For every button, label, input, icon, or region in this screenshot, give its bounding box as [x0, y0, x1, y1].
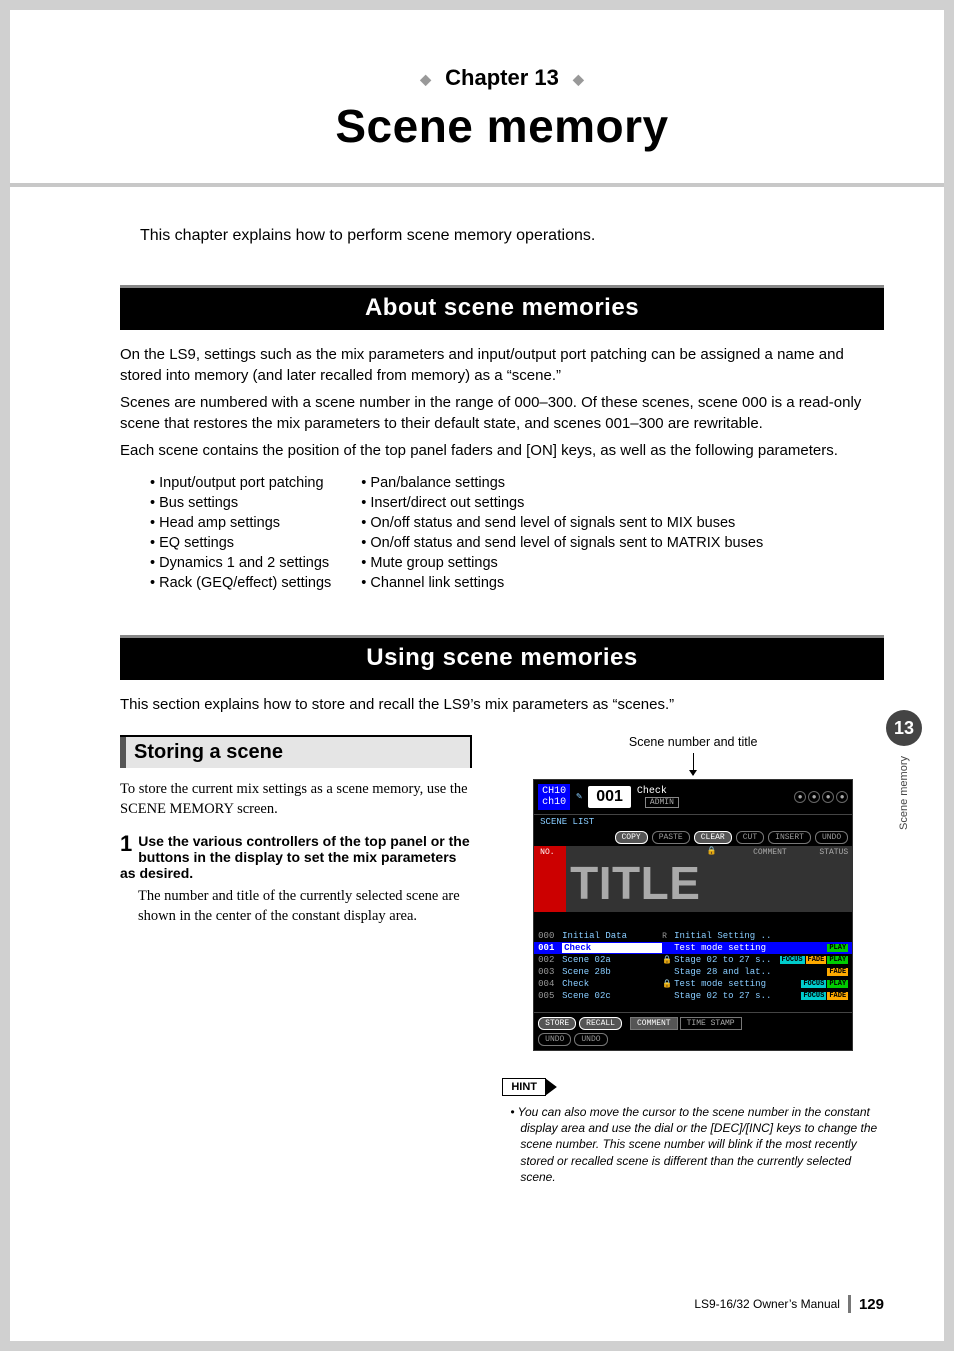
body-text: Scenes are numbered with a scene number … [120, 392, 884, 434]
scene-row[interactable]: 000Initial DataRInitial Setting .. [534, 930, 852, 942]
bullet-list-left: Input/output port patching Bus settings He… [150, 475, 331, 595]
st-indicators: ●●●● [794, 791, 848, 803]
tab-comment[interactable]: COMMENT [630, 1017, 678, 1030]
bullet-item: Insert/direct out settings [361, 495, 763, 511]
hint-box: HINT • You can also move the cursor to t… [502, 1077, 884, 1185]
step-instruction: Use the various controllers of the top p… [120, 833, 472, 881]
subsection-heading: Storing a scene [120, 735, 472, 768]
hint-text-content: You can also move the cursor to the scen… [518, 1105, 878, 1184]
scene-row[interactable]: 003Scene 28bStage 28 and lat..FADE [534, 966, 852, 978]
toolbar-copy-button[interactable]: COPY [615, 831, 648, 844]
section-intro: This section explains how to store and r… [120, 694, 884, 715]
divider [10, 183, 944, 187]
hdr-title: TITLE [566, 854, 704, 912]
toolbar-cut-button[interactable]: CUT [736, 831, 764, 844]
section-heading-about: About scene memories [120, 285, 884, 330]
side-tab-label: Scene memory [898, 756, 910, 830]
hint-label: HINT [502, 1078, 546, 1096]
hdr-comment: COMMENT [724, 846, 815, 912]
step-number: 1 [120, 833, 132, 855]
recall-button[interactable]: RECALL [579, 1017, 622, 1030]
bullet-item: Pan/balance settings [361, 475, 763, 491]
body-text: Each scene contains the position of the … [120, 440, 884, 461]
footer-doc: LS9-16/32 Owner’s Manual [694, 1297, 840, 1311]
hint-text: • You can also move the cursor to the sc… [502, 1104, 884, 1185]
scene-memory-screenshot: CH10 ch10 ✎ 001 Check ADMIN ●●●● SCENE L… [533, 779, 853, 1051]
intro-text: This chapter explains how to perform sce… [140, 227, 864, 245]
scene-row[interactable]: 002Scene 02a🔒Stage 02 to 27 s..FOCUSFADE… [534, 954, 852, 966]
toolbar-insert-button[interactable]: INSERT [768, 831, 811, 844]
edit-icon: ✎ [576, 791, 582, 803]
side-tab-number: 13 [886, 710, 922, 746]
lock-icon: 🔒 [704, 846, 718, 912]
scene-row[interactable]: 005Scene 02cStage 02 to 27 s..FOCUSFADE [534, 990, 852, 1002]
hdr-no: NO. [534, 846, 566, 912]
detail-tabs: COMMENTTIME STAMP [630, 1017, 742, 1030]
footer-page: 129 [859, 1296, 884, 1313]
store-button[interactable]: STORE [538, 1017, 576, 1030]
bullet-item: Mute group settings [361, 555, 763, 571]
body-text: On the LS9, settings such as the mix par… [120, 344, 884, 386]
undo-button[interactable]: UNDO [538, 1033, 571, 1046]
footer-divider [848, 1295, 851, 1313]
diamond-icon: ◆ [420, 71, 431, 88]
step-1: 1 Use the various controllers of the top… [120, 833, 472, 926]
chapter-label: Chapter 13 [445, 65, 559, 90]
toolbar-row: COPY PASTE CLEAR CUT INSERT UNDO [534, 829, 852, 846]
st-indicator: ● [836, 791, 848, 803]
page: ◆ Chapter 13 ◆ Scene memory This chapter… [10, 10, 944, 1341]
section-heading-using: Using scene memories [120, 635, 884, 680]
bullet-item: Channel link settings [361, 575, 763, 591]
channel-badge: CH10 ch10 [538, 784, 570, 810]
scene-title-display: Check [637, 786, 679, 797]
bullet-item: On/off status and send level of signals … [361, 535, 763, 551]
subsection-label: Storing a scene [128, 741, 283, 763]
right-column: Scene number and title CH10 ch10 ✎ 001 C… [502, 735, 884, 1185]
scene-number-display: 001 [588, 786, 631, 808]
page-title: Scene memory [120, 99, 884, 153]
toolbar-paste-button[interactable]: PASTE [652, 831, 690, 844]
bullet-item: Rack (GEQ/effect) settings [150, 575, 331, 591]
toolbar-clear-button[interactable]: CLEAR [694, 831, 732, 844]
scene-row[interactable]: 001CheckTest mode settingPLAY [534, 942, 852, 954]
lead-text: To store the current mix settings as a s… [120, 780, 472, 819]
bullet-item: On/off status and send level of signals … [361, 515, 763, 531]
st-indicator: ● [808, 791, 820, 803]
diamond-icon: ◆ [573, 71, 584, 88]
bullet-item: EQ settings [150, 535, 331, 551]
figure-caption: Scene number and title [502, 735, 884, 749]
tab-time-stamp[interactable]: TIME STAMP [680, 1017, 742, 1030]
bullet-item: Input/output port patching [150, 475, 331, 491]
list-header: NO. TITLE 🔒 COMMENT STATUS [534, 846, 852, 912]
step-description: The number and title of the currently se… [138, 887, 472, 926]
st-indicator: ● [822, 791, 834, 803]
admin-label: ADMIN [645, 797, 679, 808]
arrow-down-icon [693, 753, 694, 775]
chapter-line: ◆ Chapter 13 ◆ [120, 65, 884, 91]
hdr-status: STATUS [815, 846, 852, 912]
left-column: Storing a scene To store the current mix… [120, 735, 472, 926]
toolbar-undo-button[interactable]: UNDO [815, 831, 848, 844]
undo-button-2[interactable]: UNDO [574, 1033, 607, 1046]
bullet-item: Head amp settings [150, 515, 331, 531]
st-indicator: ● [794, 791, 806, 803]
bullet-item: Dynamics 1 and 2 settings [150, 555, 331, 571]
footer: LS9-16/32 Owner’s Manual 129 [694, 1295, 884, 1313]
scene-list-rows: 000Initial DataRInitial Setting ..001Che… [534, 912, 852, 1012]
channel-top: CH10 [542, 786, 566, 797]
bullet-item: Bus settings [150, 495, 331, 511]
bullet-columns: Input/output port patching Bus settings He… [150, 475, 884, 595]
channel-bot: ch10 [542, 797, 566, 808]
bullet-list-right: Pan/balance settings Insert/direct out se… [361, 475, 763, 595]
side-tab: 13 Scene memory [886, 710, 922, 830]
scene-row[interactable]: 004Check🔒Test mode settingFOCUSPLAY [534, 978, 852, 990]
scene-list-label: SCENE LIST [534, 815, 852, 829]
